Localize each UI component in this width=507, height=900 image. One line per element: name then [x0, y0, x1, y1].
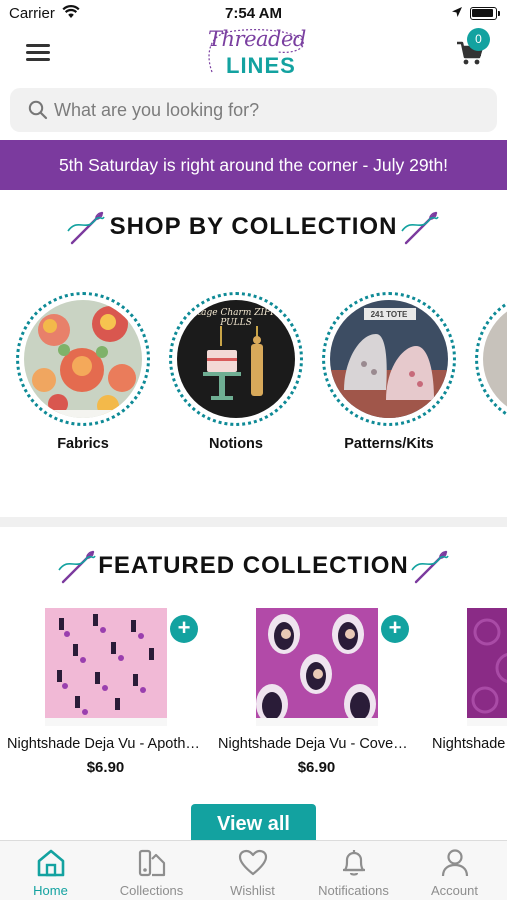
hamburger-icon	[26, 44, 50, 47]
bottom-tab-bar: Home Collections Wishlist Notifications …	[0, 840, 507, 900]
product-card[interactable]: + Nightshade Deja Vu - Apothecary Pink $…	[3, 608, 208, 776]
search-bar[interactable]	[10, 88, 497, 132]
product-image	[467, 608, 507, 726]
needle-thread-icon	[401, 211, 439, 245]
product-price: $6.90	[86, 759, 125, 776]
battery-tip	[498, 11, 500, 16]
tab-account[interactable]: Account	[404, 847, 505, 898]
product-card[interactable]: Nightshade Deja Vu	[425, 608, 507, 752]
person-icon	[441, 849, 468, 877]
section-divider	[0, 517, 507, 527]
collection-item-fabrics[interactable]: Fabrics	[13, 292, 153, 452]
product-name: Nightshade Deja Vu	[432, 736, 507, 752]
logo-script-text: Threaded	[208, 27, 306, 51]
patterns-image-text: 241 TOTE	[370, 310, 408, 319]
collection-circle	[16, 292, 150, 426]
product-image	[44, 608, 167, 726]
featured-products-carousel[interactable]: + Nightshade Deja Vu - Apothecary Pink $…	[0, 608, 507, 788]
collections-icon	[138, 849, 165, 877]
tab-collections[interactable]: Collections	[101, 847, 202, 898]
collection-circle: Vintage Charm ZIPPER PULLS	[169, 292, 303, 426]
location-arrow-icon	[452, 7, 462, 17]
search-icon	[28, 100, 48, 120]
fabrics-image	[24, 300, 142, 418]
collection-label: Su	[472, 436, 507, 452]
search-input[interactable]	[54, 88, 484, 132]
logo-lines-text: LINES	[226, 53, 296, 78]
status-time: 7:54 AM	[225, 5, 282, 22]
home-icon	[37, 849, 64, 877]
collection-item-notions[interactable]: Vintage Charm ZIPPER PULLS Notions	[166, 292, 306, 452]
threaded-lines-logo[interactable]: Threaded LINES	[196, 24, 308, 82]
battery-icon	[470, 7, 497, 20]
partial-collection-image	[483, 300, 507, 418]
tab-label: Notifications	[318, 883, 389, 898]
tab-label: Wishlist	[230, 883, 275, 898]
product-image	[255, 608, 378, 726]
tab-notifications[interactable]: Notifications	[303, 847, 404, 898]
collection-label: Notions	[209, 436, 263, 452]
add-to-cart-button[interactable]: +	[170, 615, 198, 643]
tab-label: Collections	[119, 883, 184, 898]
heart-icon	[238, 849, 267, 876]
tab-label: Account	[431, 883, 478, 898]
promo-banner[interactable]: 5th Saturday is right around the corner …	[0, 140, 507, 190]
collection-item-partial[interactable]: Su	[472, 292, 507, 452]
tab-home[interactable]: Home	[0, 847, 101, 898]
product-name: Nightshade Deja Vu - Apothecary Pink	[7, 736, 208, 752]
collection-circle	[475, 292, 507, 426]
product-price: $6.90	[297, 759, 336, 776]
tab-wishlist[interactable]: Wishlist	[202, 847, 303, 898]
bell-icon	[342, 850, 365, 876]
collection-circle: 241 TOTE	[322, 292, 456, 426]
menu-button[interactable]	[26, 42, 52, 62]
collections-carousel[interactable]: Fabrics Vintage Charm ZIPPER PULLS Notio…	[0, 292, 507, 462]
tab-label: Home	[33, 883, 68, 898]
notions-image: Vintage Charm ZIPPER PULLS	[177, 300, 295, 418]
product-card[interactable]: + Nightshade Deja Vu - Coven Purple $6.9…	[214, 608, 419, 776]
patterns-kits-image: 241 TOTE	[330, 300, 448, 418]
product-name: Nightshade Deja Vu - Coven Purple	[218, 736, 419, 752]
collection-label: Patterns/Kits	[344, 436, 434, 452]
add-to-cart-button[interactable]: +	[381, 615, 409, 643]
collection-label: Fabrics	[57, 436, 109, 452]
cart-count-badge: 0	[467, 28, 490, 51]
collection-item-patterns-kits[interactable]: 241 TOTE Patterns/Kits	[319, 292, 459, 452]
needle-thread-icon	[411, 550, 449, 584]
view-all-button[interactable]: View all	[191, 804, 316, 844]
